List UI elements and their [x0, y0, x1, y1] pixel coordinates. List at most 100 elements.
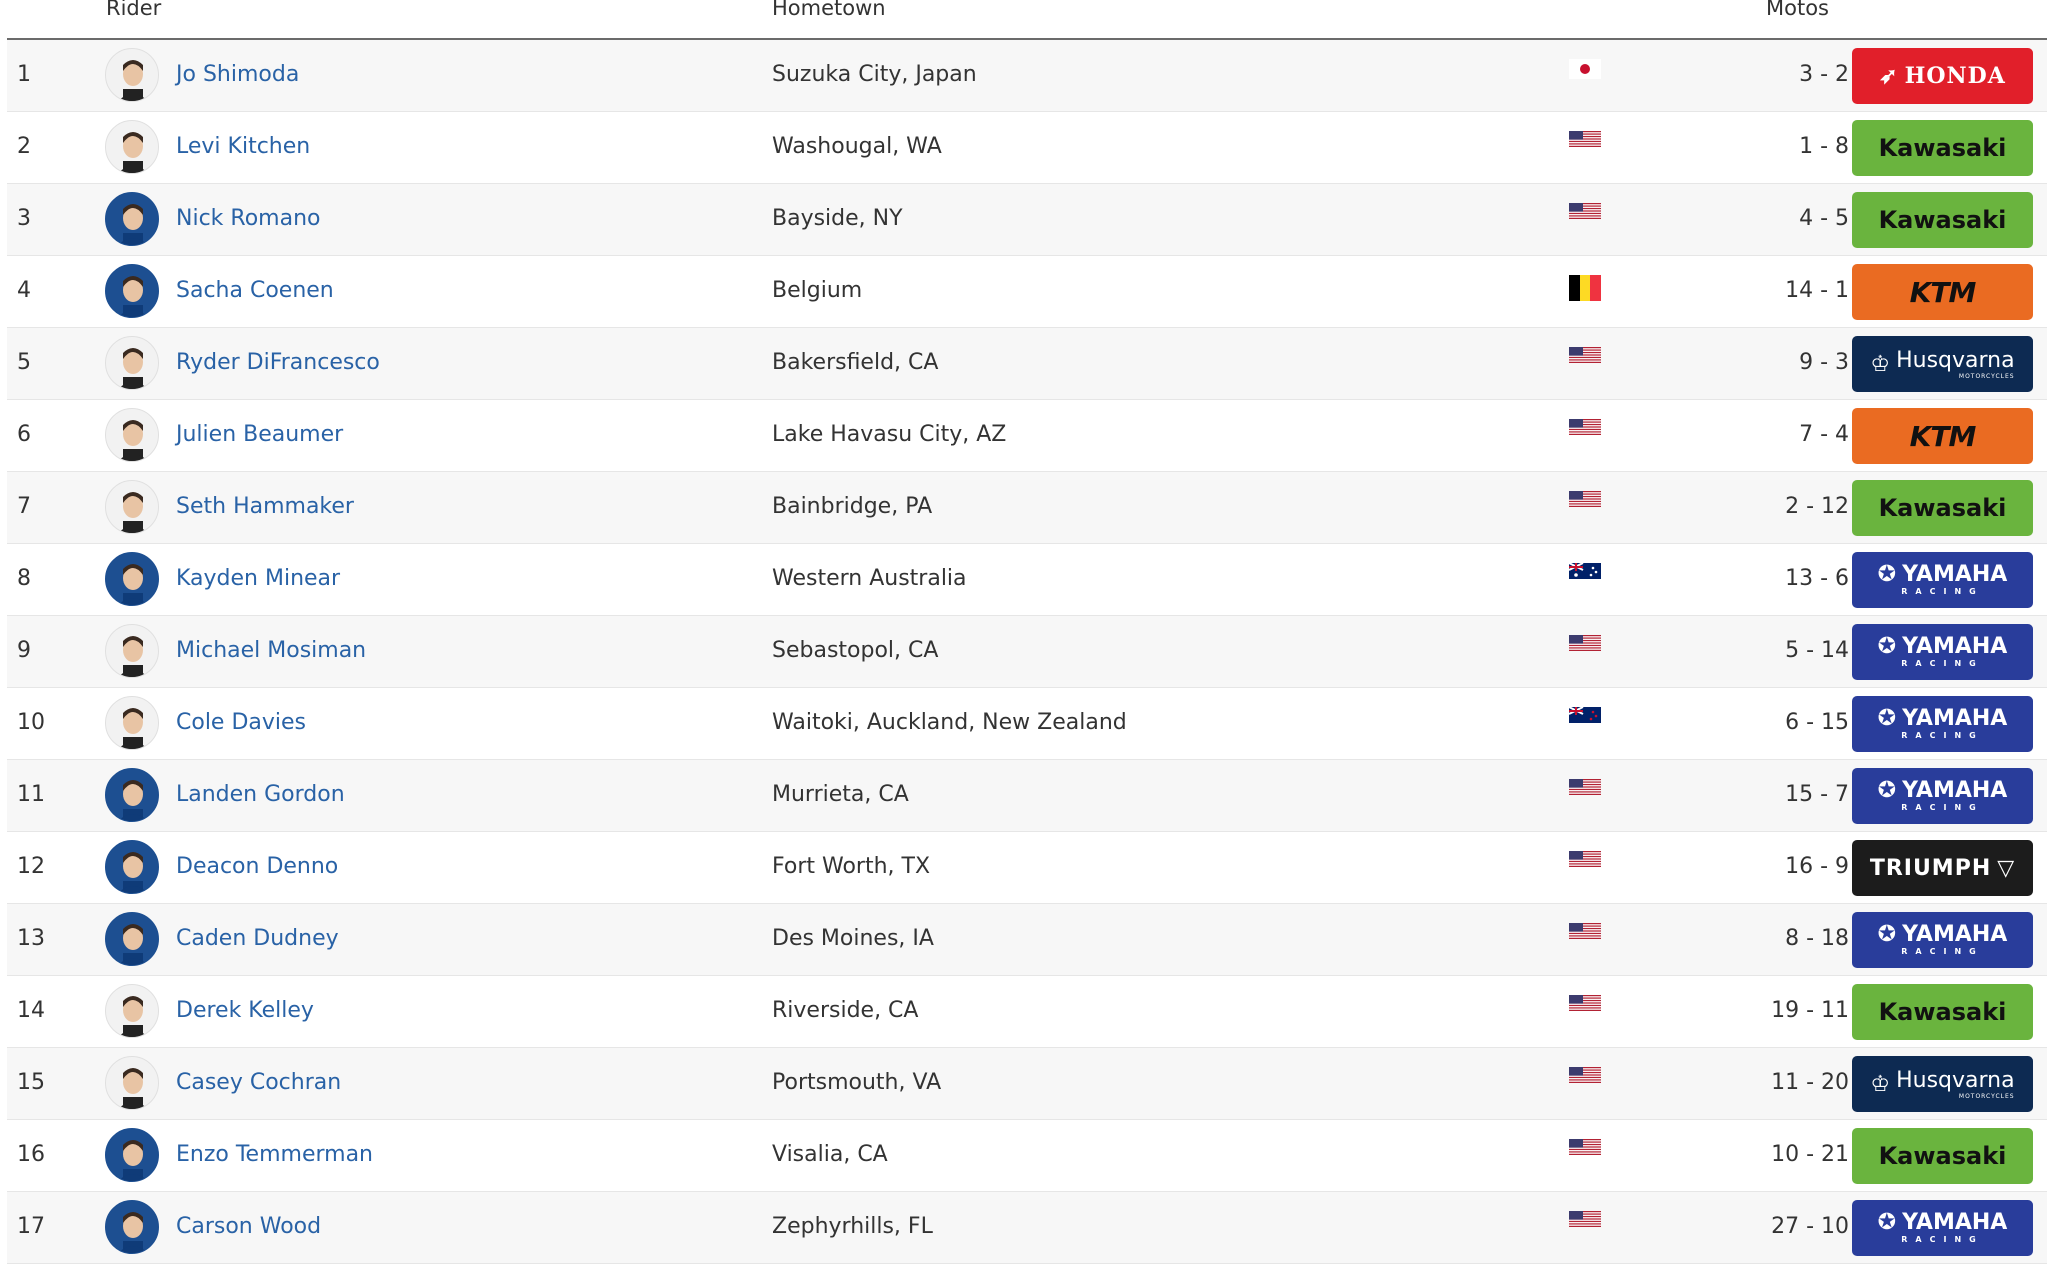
ktm-brand-logo[interactable]: KTM — [1852, 408, 2033, 464]
kawasaki-brand-logo[interactable]: Kawasaki — [1852, 120, 2033, 176]
table-row: 13 Caden Dudney Des Moines, IA 8 - 18 ✪ YAMAH… — [7, 904, 2047, 976]
rider-avatar — [105, 696, 159, 750]
rider-name-link[interactable]: Ryder DiFrancesco — [176, 350, 380, 375]
rider-name-link[interactable]: Jo Shimoda — [176, 62, 299, 87]
rider-name-link[interactable]: Derek Kelley — [176, 998, 314, 1023]
table-row: 9 Michael Mosiman Sebastopol, CA 5 - 14 ✪ YAM… — [7, 616, 2047, 688]
rider-name-link[interactable]: Kayden Minear — [176, 566, 340, 591]
rider-name-link[interactable]: Seth Hammaker — [176, 494, 354, 519]
yamaha-brand-logo[interactable]: ✪ YAMAHA RACING — [1852, 696, 2033, 752]
yamaha-tuning-fork-icon: ✪ — [1877, 778, 1897, 803]
rider-name-link[interactable]: Sacha Coenen — [176, 278, 334, 303]
rider-avatar — [105, 624, 159, 678]
rider-name-link[interactable]: Caden Dudney — [176, 926, 339, 951]
hometown: Belgium — [772, 278, 863, 303]
rider-avatar — [105, 1200, 159, 1254]
yamaha-tuning-fork-icon: ✪ — [1877, 562, 1897, 587]
position-number: 12 — [17, 854, 45, 879]
brand-sublabel: RACING — [1901, 587, 1984, 596]
jp-flag-icon — [1569, 59, 1601, 83]
brand-label: Kawasaki — [1878, 206, 2007, 234]
motos-result: 6 - 15 — [1785, 710, 1849, 735]
hometown: Lake Havasu City, AZ — [772, 422, 1007, 447]
rider-name-link[interactable]: Carson Wood — [176, 1214, 321, 1239]
yamaha-brand-logo[interactable]: ✪ YAMAHA RACING — [1852, 912, 2033, 968]
motos-result: 2 - 12 — [1785, 494, 1849, 519]
rider-name-link[interactable]: Levi Kitchen — [176, 134, 310, 159]
husqvarna-brand-logo[interactable]: ♔ Husqvarna MOTORCYCLES — [1852, 1056, 2033, 1112]
results-table: Rider Hometown Motos 1 Jo Shimoda Suzuka C… — [7, 0, 2047, 1264]
brand-label: YAMAHA — [1902, 1210, 2008, 1235]
husqvarna-crown-icon: ♔ — [1870, 1071, 1891, 1097]
brand-sublabel: RACING — [1901, 1235, 1984, 1244]
brand-label: Kawasaki — [1878, 494, 2007, 522]
position-number: 3 — [17, 206, 31, 231]
us-flag-icon — [1569, 1139, 1601, 1159]
brand-sublabel: RACING — [1901, 947, 1984, 956]
position-number: 6 — [17, 422, 31, 447]
au-flag-icon — [1568, 562, 1601, 583]
brand-label: YAMAHA — [1902, 706, 2008, 731]
yamaha-brand-logo[interactable]: ✪ YAMAHA RACING — [1852, 768, 2033, 824]
motos-result: 19 - 11 — [1771, 998, 1849, 1023]
brand-label-group: ✪ YAMAHA — [1878, 780, 2008, 802]
table-body: 1 Jo Shimoda Suzuka City, Japan 3 - 2 ➶ HONDA… — [7, 40, 2047, 1264]
table-row: 4 Sacha Coenen Belgium 14 - 1 KTM — [7, 256, 2047, 328]
kawasaki-brand-logo[interactable]: Kawasaki — [1852, 984, 2033, 1040]
kawasaki-brand-logo[interactable]: Kawasaki — [1852, 480, 2033, 536]
brand-label-group: ✪ YAMAHA — [1878, 708, 2008, 730]
table-header: Rider Hometown Motos — [7, 0, 2047, 40]
us-flag-icon — [1569, 491, 1601, 511]
motos-result: 11 - 20 — [1771, 1070, 1849, 1095]
table-row: 3 Nick Romano Bayside, NY 4 - 5 Kawasaki — [7, 184, 2047, 256]
rider-avatar — [105, 120, 159, 174]
position-number: 9 — [17, 638, 31, 663]
brand-sublabel: RACING — [1901, 659, 1984, 668]
hometown: Bakersfield, CA — [772, 350, 939, 375]
brand-label: Husqvarna — [1896, 1068, 2015, 1093]
position-number: 4 — [17, 278, 31, 303]
rider-name-link[interactable]: Michael Mosiman — [176, 638, 366, 663]
rider-avatar — [105, 192, 159, 246]
us-flag-icon — [1569, 923, 1601, 943]
table-row: 5 Ryder DiFrancesco Bakersfield, CA 9 - 3 ♔ H… — [7, 328, 2047, 400]
rider-name-link[interactable]: Landen Gordon — [176, 782, 345, 807]
table-row: 8 Kayden Minear Western Australia 13 - 6 ✪ YA… — [7, 544, 2047, 616]
honda-brand-logo[interactable]: ➶ HONDA — [1852, 48, 2033, 104]
brand-sublabel: MOTORCYCLES — [1958, 1093, 2015, 1100]
motos-result: 7 - 4 — [1799, 422, 1849, 447]
rider-name-link[interactable]: Cole Davies — [176, 710, 306, 735]
rider-avatar — [105, 48, 159, 102]
us-flag-icon — [1569, 995, 1601, 1015]
kawasaki-brand-logo[interactable]: Kawasaki — [1852, 192, 2033, 248]
yamaha-brand-logo[interactable]: ✪ YAMAHA RACING — [1852, 624, 2033, 680]
kawasaki-brand-logo[interactable]: Kawasaki — [1852, 1128, 2033, 1184]
yamaha-brand-logo[interactable]: ✪ YAMAHA RACING — [1852, 552, 2033, 608]
husqvarna-crown-icon: ♔ — [1870, 351, 1891, 377]
rider-avatar — [105, 768, 159, 822]
brand-label-group: Husqvarna MOTORCYCLES — [1896, 348, 2015, 380]
rider-name-link[interactable]: Nick Romano — [176, 206, 320, 231]
yamaha-tuning-fork-icon: ✪ — [1877, 1210, 1897, 1235]
position-number: 16 — [17, 1142, 45, 1167]
position-number: 10 — [17, 710, 45, 735]
rider-name-link[interactable]: Julien Beaumer — [176, 422, 343, 447]
nz-flag-icon — [1568, 706, 1601, 727]
position-number: 11 — [17, 782, 45, 807]
motos-result: 13 - 6 — [1785, 566, 1849, 591]
yamaha-brand-logo[interactable]: ✪ YAMAHA RACING — [1852, 1200, 2033, 1256]
position-number: 15 — [17, 1070, 45, 1095]
rider-name-link[interactable]: Deacon Denno — [176, 854, 338, 879]
position-number: 1 — [17, 62, 31, 87]
brand-label-group: ✪ YAMAHA — [1878, 1212, 2008, 1234]
rider-avatar — [105, 1056, 159, 1110]
ktm-brand-logo[interactable]: KTM — [1852, 264, 2033, 320]
rider-name-link[interactable]: Casey Cochran — [176, 1070, 341, 1095]
brand-label: Kawasaki — [1878, 134, 2007, 162]
husqvarna-brand-logo[interactable]: ♔ Husqvarna MOTORCYCLES — [1852, 336, 2033, 392]
position-number: 13 — [17, 926, 45, 951]
us-flag-icon — [1569, 131, 1601, 151]
triumph-brand-logo[interactable]: TRIUMPH ▽ — [1852, 840, 2033, 896]
hometown: Waitoki, Auckland, New Zealand — [772, 710, 1127, 735]
rider-name-link[interactable]: Enzo Temmerman — [176, 1142, 373, 1167]
